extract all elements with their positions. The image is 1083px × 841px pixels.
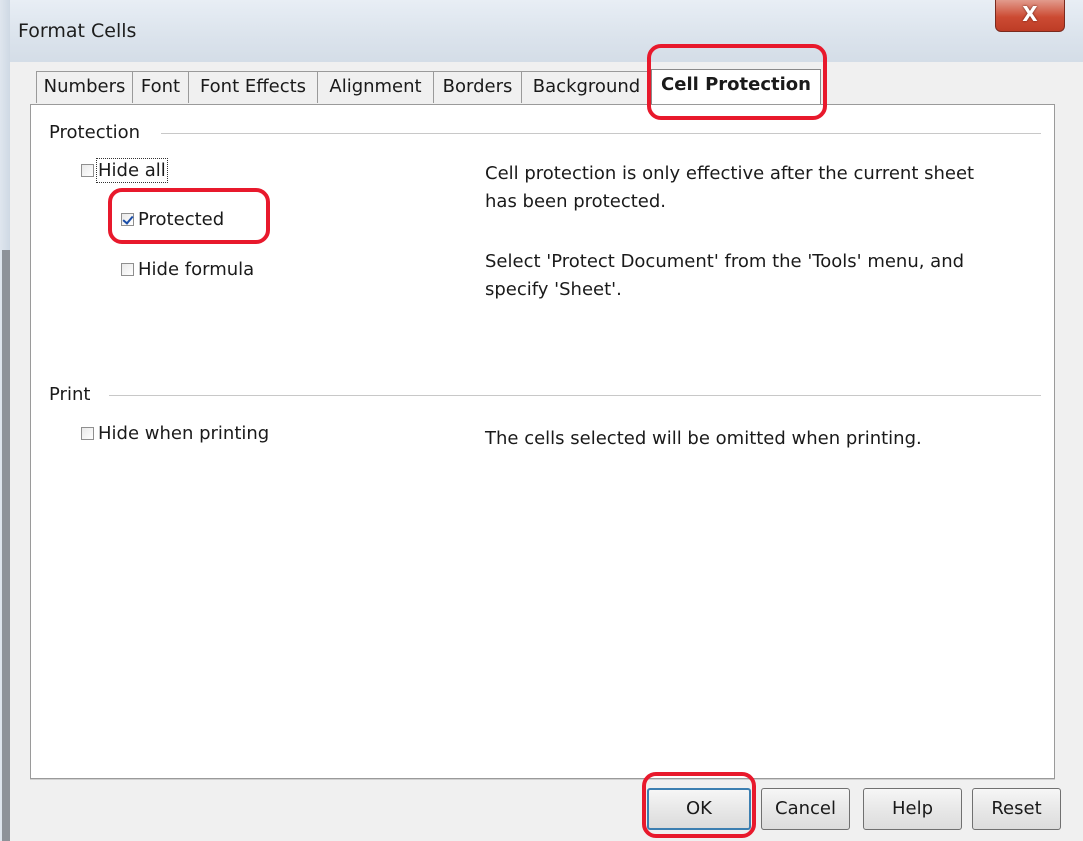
hide-formula-checkbox[interactable]: Hide formula	[121, 259, 254, 280]
tab-alignment[interactable]: Alignment	[317, 71, 434, 103]
print-info-text: The cells selected will be omitted when …	[485, 428, 922, 449]
tab-font[interactable]: Font	[132, 71, 189, 103]
protected-box	[121, 213, 134, 226]
protection-info-line-1: Cell protection is only effective after …	[485, 163, 975, 184]
protected-label: Protected	[138, 209, 225, 230]
hide-all-label: Hide all	[96, 158, 168, 183]
protection-info-line-2: has been protected.	[485, 191, 666, 212]
hide-all-box	[81, 164, 94, 177]
protection-group-label: Protection	[49, 122, 147, 143]
protected-checkbox[interactable]: Protected	[121, 209, 224, 230]
footer-separator	[30, 779, 1055, 780]
title-bar: Format Cells X	[10, 0, 1083, 62]
close-icon: X	[1022, 2, 1038, 26]
protection-separator	[161, 133, 1041, 134]
protection-info-text: Cell protection is only effective after …	[485, 160, 974, 216]
format-cells-dialog: Format Cells X Numbers Font Font Effects…	[10, 0, 1083, 841]
hide-formula-box	[121, 263, 134, 276]
hide-all-checkbox[interactable]: Hide all	[81, 158, 168, 183]
background-window-band	[2, 250, 10, 841]
tools-info-line-2: specify 'Sheet'.	[485, 279, 622, 300]
hide-formula-label: Hide formula	[138, 259, 255, 280]
help-button[interactable]: Help	[863, 788, 962, 830]
dialog-title: Format Cells	[18, 20, 137, 42]
reset-button[interactable]: Reset	[972, 788, 1061, 830]
tab-borders[interactable]: Borders	[433, 71, 522, 103]
hide-when-printing-box	[81, 427, 94, 440]
print-separator	[109, 395, 1041, 396]
tab-font-effects[interactable]: Font Effects	[188, 71, 318, 103]
print-group-label: Print	[49, 384, 97, 405]
ok-button[interactable]: OK	[647, 788, 751, 830]
tab-background[interactable]: Background	[521, 71, 652, 103]
tools-menu-info-text: Select 'Protect Document' from the 'Tool…	[485, 248, 964, 304]
hide-when-printing-checkbox[interactable]: Hide when printing	[81, 423, 269, 444]
tools-info-line-1: Select 'Protect Document' from the 'Tool…	[485, 251, 965, 272]
tab-numbers[interactable]: Numbers	[36, 71, 133, 103]
cancel-button[interactable]: Cancel	[761, 788, 850, 830]
hide-when-printing-label: Hide when printing	[98, 423, 270, 444]
cell-protection-panel: Protection Hide all Protected Hide formu…	[30, 104, 1055, 779]
close-button[interactable]: X	[995, 0, 1065, 32]
tab-cell-protection[interactable]: Cell Protection	[651, 69, 821, 104]
